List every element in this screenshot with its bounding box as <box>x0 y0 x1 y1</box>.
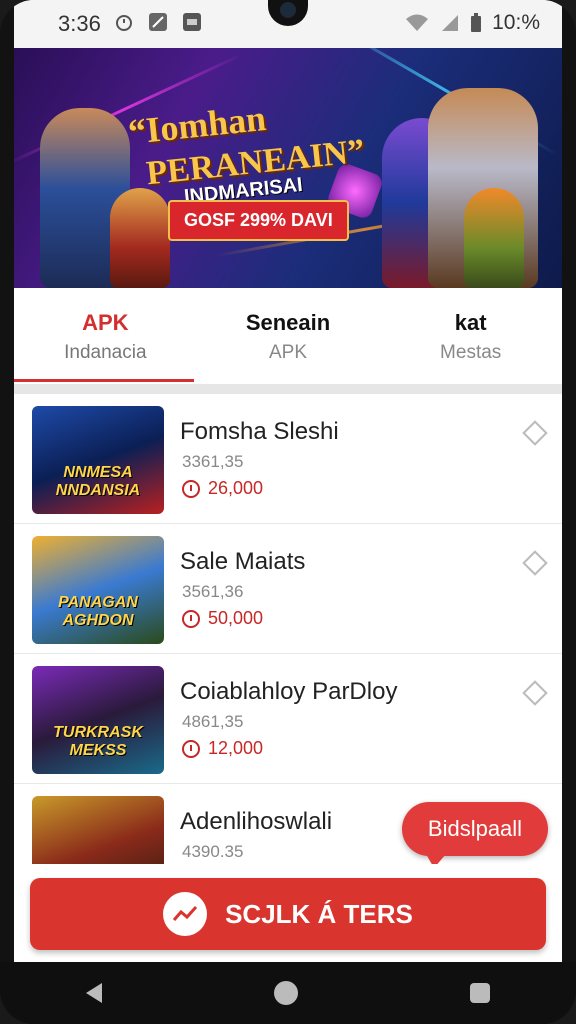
trend-icon <box>163 892 208 936</box>
item-price: 26,000 <box>182 478 263 499</box>
diamond-icon[interactable] <box>522 550 548 576</box>
thumbnail-text: NNMESA NNDANSIA <box>55 464 141 499</box>
thumbnail-text: PANAGAN AGHDON <box>58 594 138 629</box>
item-meta: 3561,36 <box>182 582 244 601</box>
hero-character <box>110 188 170 288</box>
wifi-icon <box>406 14 429 31</box>
home-icon[interactable] <box>274 981 298 1005</box>
bottom-action-area: SCJLK Á TERS <box>14 864 562 962</box>
app-screen: 3:36 10:% “Iomhan PERANEAIN” INDMARISAI … <box>14 0 562 962</box>
status-bar: 3:36 10:% <box>14 0 562 48</box>
diamond-icon[interactable] <box>522 420 548 446</box>
promo-badge[interactable]: GOSF 299% DAVI <box>168 200 349 241</box>
tab-apk[interactable]: APK Indanacia <box>14 288 197 384</box>
battery-icon <box>471 13 482 32</box>
item-meta: 3361,35 <box>182 452 244 471</box>
item-price: 50,000 <box>182 608 263 629</box>
active-tab-indicator <box>14 379 194 382</box>
status-icons-right: 10:% <box>404 11 540 35</box>
hero-character <box>464 188 524 288</box>
back-icon[interactable] <box>86 983 102 1003</box>
signal-icon <box>442 15 459 31</box>
hero-banner[interactable]: “Iomhan PERANEAIN” INDMARISAI GOSF 299% … <box>14 48 562 288</box>
app-list: NNMESA NNDANSIA Fomsha Sleshi 3361,35 26… <box>14 394 562 904</box>
recents-icon[interactable] <box>470 983 490 1003</box>
media-notification-icon <box>183 13 201 31</box>
section-divider <box>14 384 562 394</box>
app-thumbnail: PANAGAN AGHDON <box>32 536 164 644</box>
tab-sublabel: APK <box>268 342 308 363</box>
price-value: 26,000 <box>208 478 264 498</box>
category-tabs: APK Indanacia Seneain APK kat Mestas <box>14 288 562 384</box>
tab-label: APK <box>82 310 129 335</box>
alarm-icon <box>116 15 132 31</box>
list-item[interactable]: NNMESA NNDANSIA Fomsha Sleshi 3361,35 26… <box>14 394 562 524</box>
tab-sublabel: Indanacia <box>64 342 147 363</box>
system-nav-bar <box>0 962 576 1024</box>
price-value: 12,000 <box>208 738 264 758</box>
diamond-icon[interactable] <box>522 680 548 706</box>
clock-icon <box>182 609 200 628</box>
item-title: Fomsha Sleshi <box>180 418 339 445</box>
item-title: Coiablahloy ParDloy <box>180 678 398 705</box>
item-meta: 4861,35 <box>182 712 244 731</box>
list-item[interactable]: TURKRASK MEKSS Coiablahloy ParDloy 4861,… <box>14 654 562 784</box>
tab-label: kat <box>454 310 487 335</box>
phone-frame: 3:36 10:% “Iomhan PERANEAIN” INDMARISAI … <box>0 0 576 1024</box>
app-thumbnail: TURKRASK MEKSS <box>32 666 164 774</box>
chat-bubble-button[interactable]: Bidslpaall <box>402 802 548 868</box>
list-item[interactable]: PANAGAN AGHDON Sale Maiats 3561,36 50,00… <box>14 524 562 654</box>
clock-icon <box>182 739 200 758</box>
cta-button[interactable]: SCJLK Á TERS <box>30 878 546 950</box>
battery-percent: 10:% <box>492 11 540 34</box>
status-icons-left <box>114 12 202 32</box>
item-title: Adenlihoswlali <box>180 808 333 835</box>
thumbnail-text: TURKRASK MEKSS <box>53 724 143 759</box>
item-meta: 4390.35 <box>182 842 244 861</box>
app-notification-icon <box>149 13 167 31</box>
tab-kat[interactable]: kat Mestas <box>379 288 562 384</box>
tab-sublabel: Mestas <box>440 342 502 363</box>
clock-icon <box>182 479 200 498</box>
status-time: 3:36 <box>58 11 101 36</box>
price-value: 50,000 <box>208 608 264 628</box>
item-title: Sale Maiats <box>180 548 306 575</box>
cta-label: SCJLK Á TERS <box>225 898 413 929</box>
tab-seneain[interactable]: Seneain APK <box>197 288 380 384</box>
tab-label: Seneain <box>245 310 331 335</box>
camera-notch <box>268 0 308 26</box>
app-thumbnail: NNMESA NNDANSIA <box>32 406 164 514</box>
item-price: 12,000 <box>182 738 263 759</box>
